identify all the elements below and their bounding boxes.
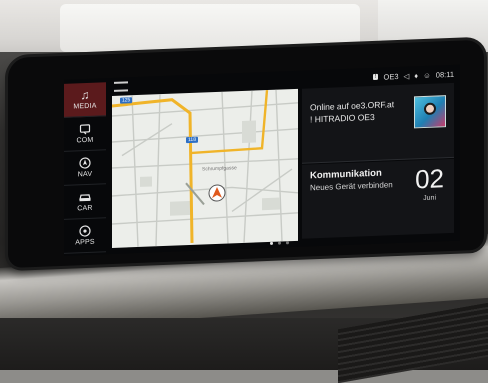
apps-icon [79, 225, 91, 237]
page-dot [278, 241, 281, 245]
phone-icon [79, 123, 91, 135]
station-badge: ! [372, 73, 379, 80]
music-note-icon: ♫ [80, 87, 90, 103]
menu-item-com[interactable]: COM [64, 116, 106, 152]
menu-grid-icon[interactable] [114, 81, 128, 92]
communication-widget[interactable]: Kommunikation Neues Gerät verbinden 02 J… [302, 158, 454, 239]
volume-icon: ◁ [403, 71, 410, 81]
microphone-icon: ♦ [414, 70, 419, 80]
menu-item-label: COM [76, 136, 94, 145]
route-badge: 118 [186, 136, 198, 144]
screen-bezel: ♫ MEDIA COM NAV CAR APPS ! OE3 ◁ ♦ ☺ 08:… [8, 39, 484, 268]
album-art-face [424, 102, 436, 116]
menu-item-apps[interactable]: APPS [64, 218, 106, 254]
side-menu: ♫ MEDIA COM NAV CAR APPS [63, 82, 107, 254]
background-window [60, 4, 360, 52]
menu-item-media[interactable]: ♫ MEDIA [64, 82, 106, 118]
station-name: OE3 [383, 71, 399, 82]
album-art [414, 95, 446, 129]
menu-item-nav[interactable]: NAV [64, 150, 106, 186]
date-month: Juni [423, 194, 436, 203]
menu-item-label: APPS [75, 238, 95, 247]
car-icon [78, 191, 92, 204]
clock-time: 08:11 [435, 69, 454, 80]
menu-item-car[interactable]: CAR [64, 184, 106, 220]
position-marker-icon [208, 184, 226, 203]
navigation-icon [79, 157, 91, 169]
status-right: ! OE3 ◁ ♦ ☺ 08:11 [372, 69, 454, 82]
media-info-line: Online auf oe3.ORF.at [310, 99, 395, 113]
page-dot [270, 241, 273, 245]
page-dot [286, 241, 289, 245]
map-view[interactable]: 125 118 Schrumpfgasse [112, 88, 298, 249]
route-badge: 125 [120, 97, 133, 104]
communication-subtitle: Neues Gerät verbinden [310, 180, 393, 193]
user-icon: ☺ [423, 70, 431, 80]
menu-item-label: NAV [77, 170, 93, 179]
menu-item-label: MEDIA [73, 102, 97, 111]
communication-title: Kommunikation [310, 167, 382, 182]
menu-item-label: CAR [77, 204, 93, 213]
media-widget[interactable]: Online auf oe3.ORF.at ! HITRADIO OE3 [302, 82, 454, 164]
media-station-line: ! HITRADIO OE3 [310, 111, 375, 125]
date-day: 02 [415, 163, 444, 195]
